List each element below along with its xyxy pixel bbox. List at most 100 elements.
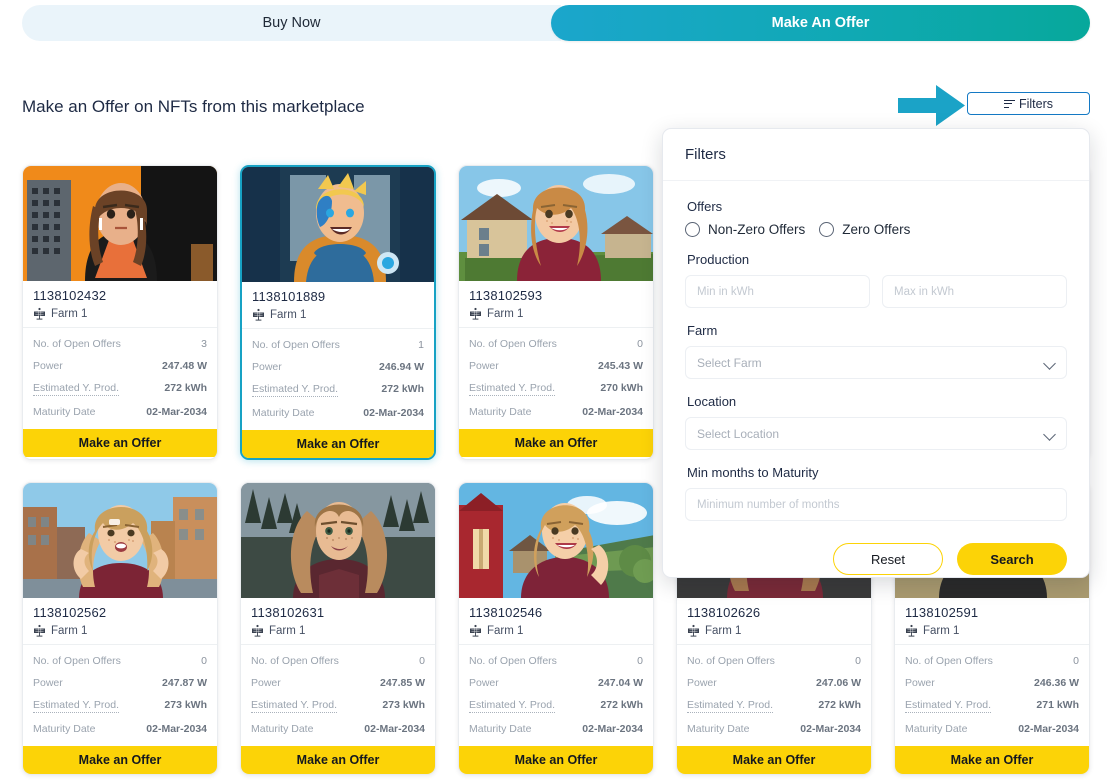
stat-label-maturity: Maturity Date [252,407,314,419]
stat-label-power: Power [469,360,499,372]
nft-farm: Farm 1 [33,624,207,637]
stat-label-est-prod[interactable]: Estimated Y. Prod. [687,699,773,713]
filter-icon [1004,99,1015,108]
stat-value-est-prod: 273 kWh [382,699,425,711]
nft-id: 1138102432 [33,288,207,303]
production-min-input[interactable] [685,275,870,308]
stat-label-power: Power [33,360,63,372]
radio-non-zero-offers[interactable]: Non-Zero Offers [685,222,805,237]
nft-card[interactable]: 1138101889 Farm 1 [240,165,436,460]
farm-select[interactable]: Select Farm [685,346,1067,379]
make-an-offer-button[interactable]: Make an Offer [241,746,435,774]
stat-value-open-offers: 0 [855,655,861,667]
reset-button[interactable]: Reset [833,543,943,575]
stat-label-est-prod[interactable]: Estimated Y. Prod. [252,383,338,397]
stat-label-est-prod[interactable]: Estimated Y. Prod. [33,382,119,396]
nft-identity: 1138102562 Farm 1 [23,598,217,644]
make-an-offer-button[interactable]: Make an Offer [459,746,653,774]
solar-panel-icon [33,624,46,637]
make-an-offer-button[interactable]: Make an Offer [677,746,871,774]
nft-stats: No. of Open Offers 0 Power 247.85 W Esti… [241,644,435,746]
production-label: Production [687,252,1067,267]
stat-label-est-prod[interactable]: Estimated Y. Prod. [33,699,119,713]
chevron-down-icon [1043,428,1056,441]
stat-open-offers: No. of Open Offers 0 [33,650,207,672]
min-months-maturity-input[interactable] [685,488,1067,521]
stat-label-maturity: Maturity Date [33,723,95,735]
stat-label-power: Power [469,677,499,689]
make-an-offer-button[interactable]: Make an Offer [459,429,653,457]
min-months-maturity-label: Min months to Maturity [687,465,1067,480]
stat-value-power: 246.36 W [1034,677,1079,689]
nft-identity: 1138102593 Farm 1 [459,281,653,327]
tab-make-an-offer[interactable]: Make An Offer [551,5,1090,41]
nft-artwork [23,483,217,598]
stat-label-power: Power [252,361,282,373]
filters-button[interactable]: Filters [967,92,1090,115]
stat-maturity: Maturity Date 02-Mar-2034 [905,718,1079,740]
stat-value-power: 247.48 W [162,360,207,372]
stat-label-maturity: Maturity Date [687,723,749,735]
stat-value-open-offers: 0 [419,655,425,667]
nft-farm-label: Farm 1 [269,625,305,637]
stat-value-maturity: 02-Mar-2034 [146,406,207,418]
nft-farm-label: Farm 1 [270,309,306,321]
nft-stats: No. of Open Offers 0 Power 245.43 W Esti… [459,327,653,429]
nft-farm: Farm 1 [687,624,861,637]
nft-card[interactable]: 1138102631 Farm 1 [240,482,436,775]
nft-identity: 1138102591 Farm 1 [895,598,1089,644]
stat-value-maturity: 02-Mar-2034 [1018,723,1079,735]
make-an-offer-button[interactable]: Make an Offer [23,429,217,457]
stat-maturity: Maturity Date 02-Mar-2034 [33,401,207,423]
stat-value-open-offers: 0 [1073,655,1079,667]
stat-label-est-prod[interactable]: Estimated Y. Prod. [251,699,337,713]
nft-farm-label: Farm 1 [923,625,959,637]
stat-est-prod: Estimated Y. Prod. 272 kWh [469,694,643,718]
nft-stats: No. of Open Offers 0 Power 246.36 W Esti… [895,644,1089,746]
stat-power: Power 247.04 W [469,672,643,694]
stat-maturity: Maturity Date 02-Mar-2034 [469,401,643,423]
stat-open-offers: No. of Open Offers 0 [905,650,1079,672]
stat-value-est-prod: 272 kWh [164,382,207,394]
stat-label-maturity: Maturity Date [33,406,95,418]
nft-card[interactable]: 1138102546 Farm 1 [458,482,654,775]
production-max-input[interactable] [882,275,1067,308]
stat-label-est-prod[interactable]: Estimated Y. Prod. [469,382,555,396]
nft-card[interactable]: 1138102432 Farm 1 [22,165,218,460]
stat-label-est-prod[interactable]: Estimated Y. Prod. [905,699,991,713]
nft-farm-label: Farm 1 [487,308,523,320]
location-select[interactable]: Select Location [685,417,1067,450]
stat-maturity: Maturity Date 02-Mar-2034 [33,718,207,740]
nft-farm: Farm 1 [469,307,643,320]
marketplace-page: Buy Now Make An Offer Make an Offer on N… [0,0,1107,782]
radio-zero-offers[interactable]: Zero Offers [819,222,910,237]
nft-identity: 1138102631 Farm 1 [241,598,435,644]
stat-value-est-prod: 272 kWh [818,699,861,711]
stat-value-est-prod: 272 kWh [600,699,643,711]
make-an-offer-button[interactable]: Make an Offer [242,430,434,458]
stat-est-prod: Estimated Y. Prod. 272 kWh [252,378,424,402]
nft-stats: No. of Open Offers 3 Power 247.48 W Esti… [23,327,217,429]
nft-stats: No. of Open Offers 1 Power 246.94 W Esti… [242,328,434,430]
stat-open-offers: No. of Open Offers 1 [252,334,424,356]
stat-power: Power 247.87 W [33,672,207,694]
nft-farm: Farm 1 [33,307,207,320]
stat-open-offers: No. of Open Offers 0 [469,333,643,355]
stat-est-prod: Estimated Y. Prod. 273 kWh [251,694,425,718]
stat-value-open-offers: 1 [418,339,424,351]
tab-make-an-offer-label: Make An Offer [772,15,870,31]
make-an-offer-button[interactable]: Make an Offer [23,746,217,774]
nft-card[interactable]: 1138102593 Farm 1 [458,165,654,460]
nft-card[interactable]: 1138102562 Farm 1 [22,482,218,775]
tab-buy-now[interactable]: Buy Now [22,5,561,41]
radio-circle-icon [685,222,700,237]
stat-label-open-offers: No. of Open Offers [905,655,993,667]
stat-label-open-offers: No. of Open Offers [252,339,340,351]
make-an-offer-button[interactable]: Make an Offer [895,746,1089,774]
stat-label-est-prod[interactable]: Estimated Y. Prod. [469,699,555,713]
production-range-row [685,275,1067,308]
stat-maturity: Maturity Date 02-Mar-2034 [469,718,643,740]
nft-identity: 1138102626 Farm 1 [677,598,871,644]
radio-circle-icon [819,222,834,237]
search-button[interactable]: Search [957,543,1067,575]
